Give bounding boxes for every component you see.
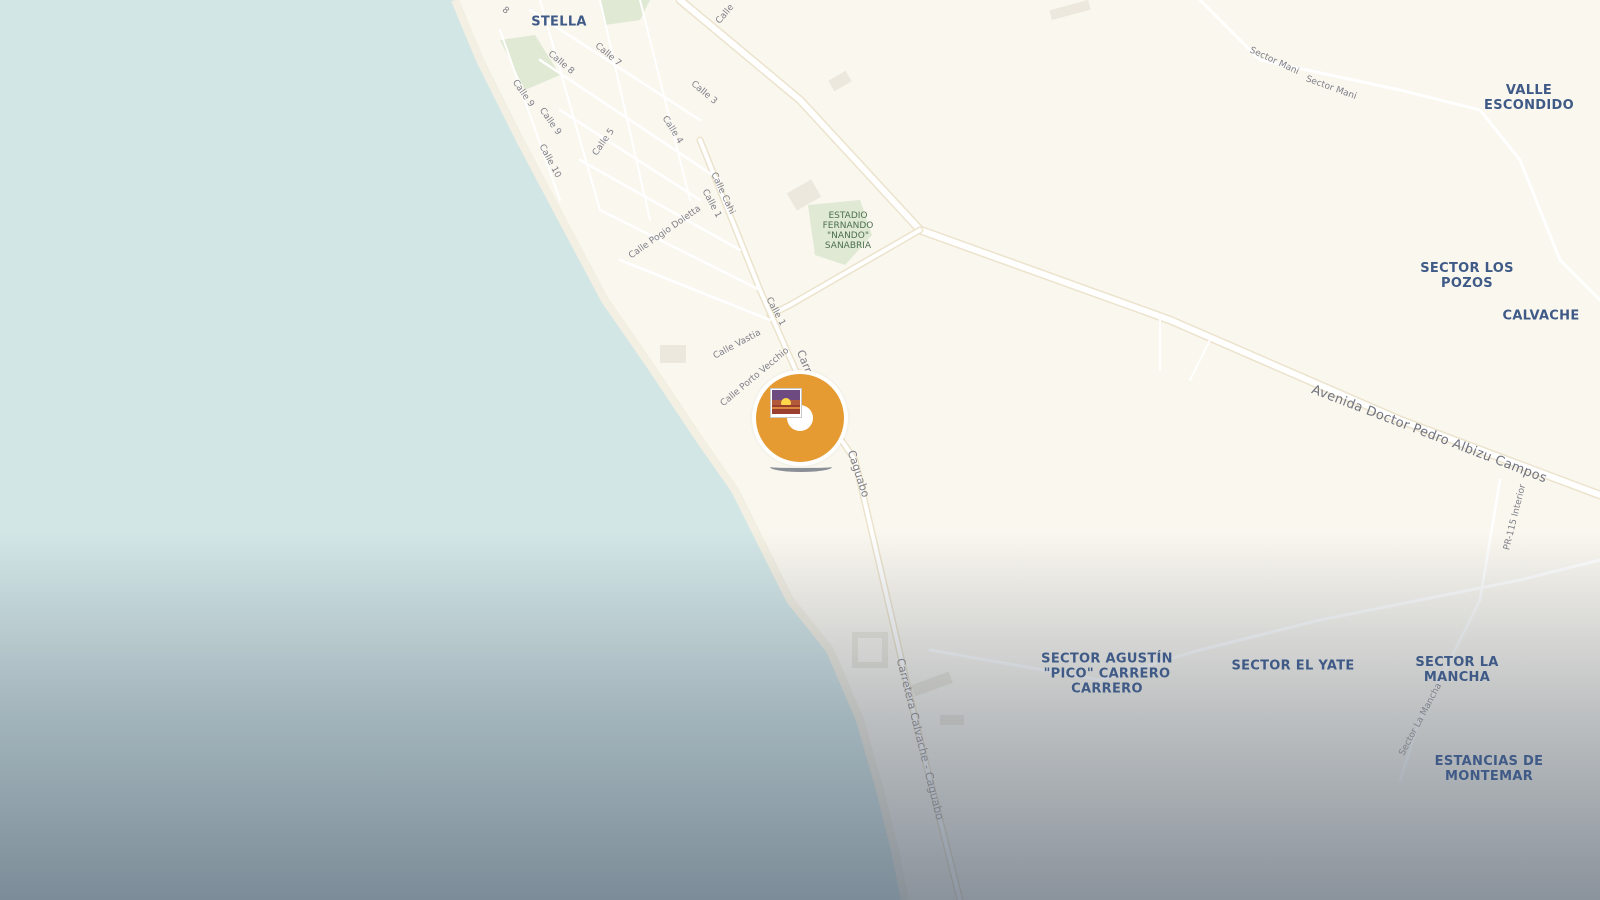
area-label-estancias-de-montemar: ESTANCIAS DE MONTEMAR xyxy=(1434,754,1544,784)
photo-location-marker[interactable] xyxy=(752,370,848,480)
photo-icon xyxy=(770,388,802,418)
marker-shadow xyxy=(770,462,832,472)
area-label-calvache: CALVACHE xyxy=(1502,308,1580,324)
area-label-sector-los-pozos: SECTOR LOS POZOS xyxy=(1420,261,1514,291)
area-label-stella: STELLA xyxy=(531,14,587,30)
poi-label-estadio: ESTADIO FERNANDO "NANDO" SANABRIA xyxy=(822,211,874,251)
area-label-sector-la-mancha: SECTOR LA MANCHA xyxy=(1415,655,1499,685)
area-label-sector-agustin: SECTOR AGUSTÍN "PICO" CARRERO CARRERO xyxy=(1041,651,1173,697)
area-label-sector-el-yate: SECTOR EL YATE xyxy=(1231,658,1355,674)
area-label-valle-escondido: VALLE ESCONDIDO xyxy=(1484,83,1574,113)
map-view[interactable]: STELLA VALLE ESCONDIDO SECTOR LOS POZOS … xyxy=(0,0,1600,900)
